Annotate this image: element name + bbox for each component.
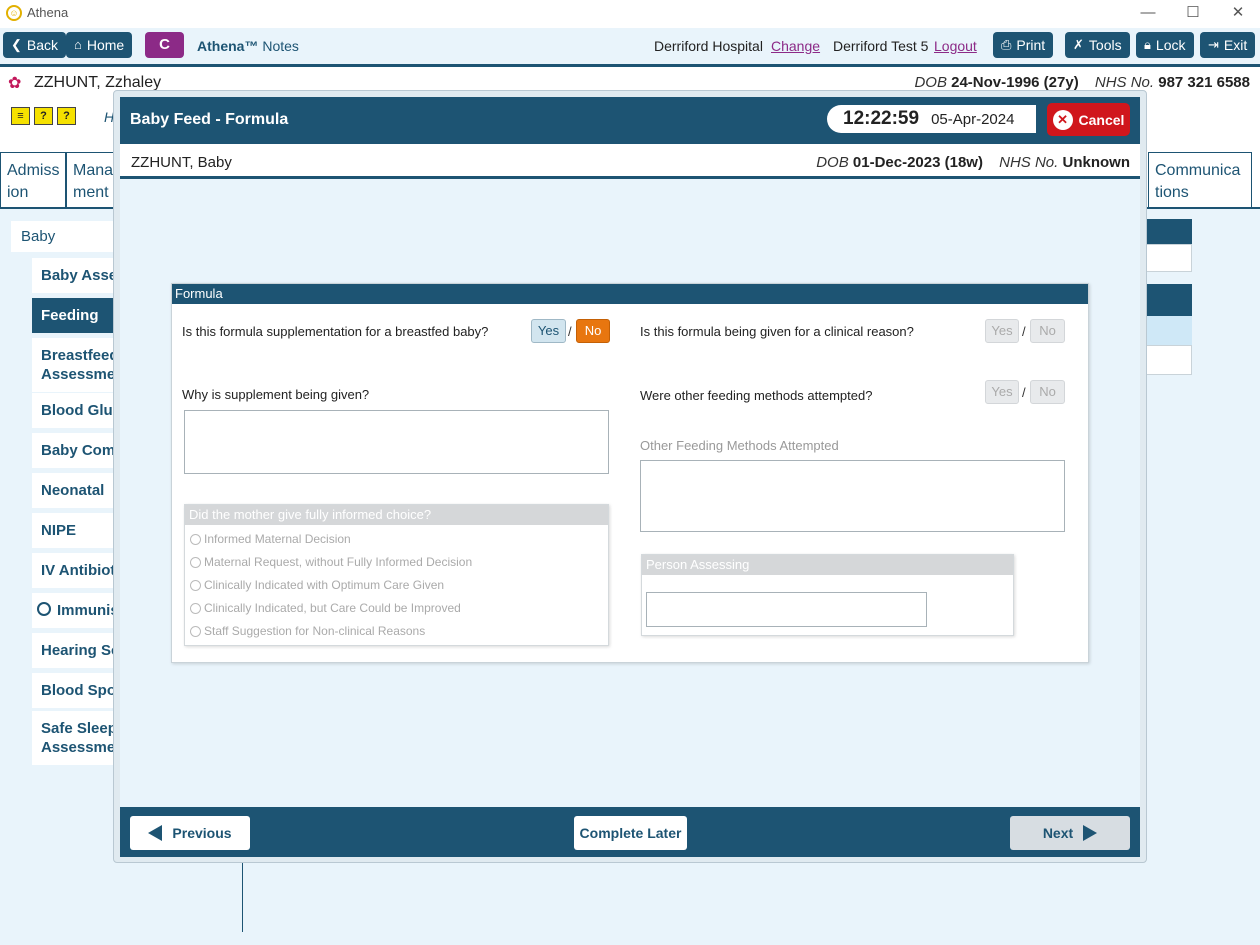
clinical-no-button[interactable]: No — [1030, 319, 1065, 343]
time-value: 12:22:59 — [843, 108, 920, 129]
radio-informed-maternal[interactable]: Informed Maternal Decision — [190, 532, 351, 546]
person-assessing-input[interactable] — [646, 592, 927, 627]
radio-icon — [190, 579, 201, 591]
why-supplement-textarea[interactable] — [184, 410, 609, 474]
home-button[interactable]: ⌂ Home — [66, 32, 133, 58]
radio-icon — [190, 602, 201, 614]
tab-admission[interactable]: Admiss ion — [0, 152, 66, 208]
question-other-methods: Were other feeding methods attempted? — [640, 388, 873, 403]
query-icon[interactable]: ? — [57, 107, 76, 125]
question-breastfed: Is this formula supplementation for a br… — [182, 324, 489, 339]
home-icon: ⌂ — [74, 37, 82, 52]
formula-panel: Formula Is this formula supplementation … — [171, 283, 1089, 663]
help-icon[interactable]: ? — [34, 107, 53, 125]
formula-panel-title: Formula — [172, 284, 1088, 304]
tools-icon: ✗ — [1073, 37, 1084, 52]
question-why-supplement: Why is supplement being given? — [182, 387, 370, 402]
person-assessing-group: Person Assessing — [641, 554, 1014, 636]
right-panel-header-2 — [1140, 284, 1192, 316]
right-panel-row-3 — [1140, 345, 1192, 375]
arrow-right-icon — [1083, 825, 1098, 841]
lock-button[interactable]: 🔒︎ Lock — [1136, 32, 1194, 58]
close-circle-icon: ✕ — [1052, 109, 1073, 130]
athena-logo-icon: ☺ — [6, 5, 22, 21]
user-name: Derriford Test 5 — [833, 38, 929, 54]
radio-icon — [190, 556, 201, 568]
tools-button[interactable]: ✗ Tools — [1065, 32, 1130, 58]
top-navbar: ❮ Back ⌂ Home C Athena™ Notes Derriford … — [0, 28, 1260, 64]
breastfed-yes-button[interactable]: Yes — [531, 319, 566, 343]
clinical-slash: / — [1022, 324, 1026, 339]
modal-title: Baby Feed - Formula — [130, 111, 289, 128]
chevron-left-icon: ❮ — [11, 37, 22, 52]
modal-footer: Previous Complete Later Next — [120, 807, 1140, 857]
baby-details: DOB 01-Dec-2023 (18w) NHS No. Unknown — [816, 154, 1130, 171]
back-button[interactable]: ❮ Back — [3, 32, 67, 58]
baby-banner: ZZHUNT, Baby DOB 01-Dec-2023 (18w) NHS N… — [120, 144, 1140, 179]
next-button[interactable]: Next — [1010, 816, 1130, 850]
print-button[interactable]: ⎙ Print — [993, 32, 1054, 58]
right-panel-row-1 — [1140, 244, 1192, 272]
arrow-left-icon — [148, 825, 163, 841]
other-methods-yes-button[interactable]: Yes — [985, 380, 1019, 404]
notes-icon[interactable]: ≡ — [11, 107, 30, 125]
other-methods-no-button[interactable]: No — [1030, 380, 1065, 404]
person-assessing-title: Person Assessing — [642, 555, 1013, 575]
modal-header: Baby Feed - Formula 12:22:59 05-Apr-2024… — [120, 97, 1140, 144]
flower-icon: ✿ — [8, 75, 22, 92]
informed-choice-group: Did the mother give fully informed choic… — [184, 504, 609, 646]
informed-choice-title: Did the mother give fully informed choic… — [185, 505, 608, 525]
printer-icon: ⎙ — [1001, 37, 1012, 52]
radio-icon — [190, 533, 201, 545]
minimize-icon[interactable]: — — [1128, 2, 1168, 24]
tab-management[interactable]: Mana ment — [66, 152, 118, 208]
radio-maternal-request[interactable]: Maternal Request, without Fully Informed… — [190, 555, 472, 569]
patient-details: DOB 24-Nov-1996 (27y) NHS No. 987 321 65… — [914, 74, 1250, 91]
other-methods-slash: / — [1022, 385, 1026, 400]
window-titlebar: ☺ Athena — ☐ ✕ — [0, 0, 1260, 28]
tab-communications[interactable]: Communica tions — [1148, 152, 1252, 208]
maximize-icon[interactable]: ☐ — [1173, 2, 1213, 24]
radio-clinically-improved[interactable]: Clinically Indicated, but Care Could be … — [190, 601, 461, 615]
cancel-button[interactable]: ✕ Cancel — [1047, 103, 1130, 136]
logout-link[interactable]: Logout — [934, 38, 977, 54]
radio-icon — [190, 625, 201, 637]
other-methods-label: Other Feeding Methods Attempted — [640, 438, 839, 453]
lock-icon: 🔒︎ — [1144, 37, 1151, 52]
baby-name: ZZHUNT, Baby — [131, 154, 232, 171]
datetime-display[interactable]: 12:22:59 05-Apr-2024 — [827, 105, 1036, 133]
change-hospital-link[interactable]: Change — [771, 38, 820, 54]
status-circle-icon — [37, 602, 51, 616]
window-title: Athena — [27, 5, 69, 20]
right-panel-row-2 — [1140, 316, 1192, 345]
exit-button[interactable]: ⇥ Exit — [1200, 32, 1256, 58]
right-panel-header-1 — [1140, 219, 1192, 244]
hospital-name: Derriford Hospital — [654, 38, 763, 54]
breastfed-no-button[interactable]: No — [576, 319, 610, 343]
date-value: 05-Apr-2024 — [931, 110, 1015, 128]
timeline-line — [242, 857, 243, 932]
complete-later-button[interactable]: Complete Later — [574, 816, 687, 850]
question-clinical-reason: Is this formula being given for a clinic… — [640, 324, 914, 339]
radio-clinically-optimum[interactable]: Clinically Indicated with Optimum Care G… — [190, 578, 444, 592]
radio-staff-suggestion[interactable]: Staff Suggestion for Non-clinical Reason… — [190, 624, 425, 638]
exit-icon: ⇥ — [1208, 37, 1219, 52]
sidebar-header-baby[interactable]: Baby — [11, 221, 121, 252]
close-window-icon[interactable]: ✕ — [1218, 2, 1258, 24]
clinical-yes-button[interactable]: Yes — [985, 319, 1019, 343]
previous-button[interactable]: Previous — [130, 816, 250, 850]
breastfed-slash: / — [568, 324, 572, 339]
c-button[interactable]: C — [145, 32, 184, 58]
app-brand: Athena™ Notes — [197, 38, 299, 54]
other-methods-textarea[interactable] — [640, 460, 1065, 532]
